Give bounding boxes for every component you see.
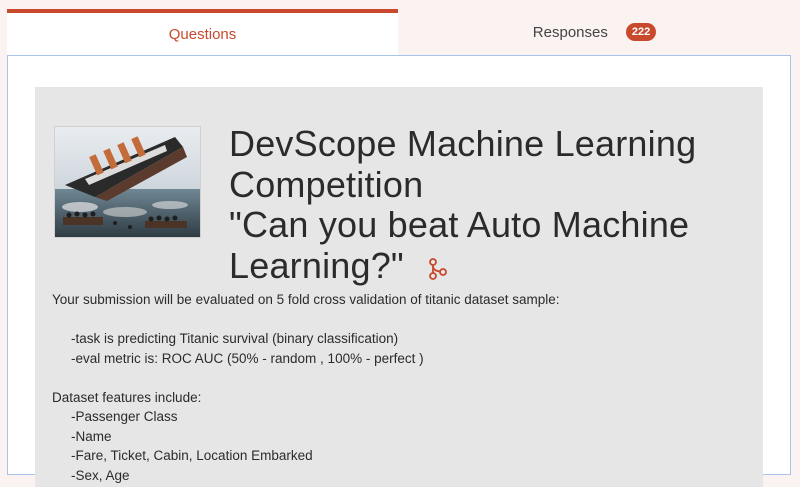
tab-responses-label: Responses [532, 23, 608, 41]
form-description: Your submission will be evaluated on 5 f… [52, 290, 752, 485]
title-line: DevScope Machine Learning [229, 123, 697, 165]
feature-item: -Sex, Age [71, 467, 130, 483]
feature-item: -Name [71, 428, 112, 444]
tab-questions[interactable]: Questions [7, 9, 398, 55]
form-title: DevScope Machine Learning Competition "C… [229, 123, 749, 289]
description-intro: Your submission will be evaluated on 5 f… [52, 292, 560, 307]
features-header: Dataset features include: [52, 389, 202, 405]
form-header-card: DevScope Machine Learning Competition "C… [35, 87, 763, 487]
description-metric: -eval metric is: ROC AUC (50% - random ,… [71, 350, 424, 366]
fork-icon[interactable] [428, 248, 448, 289]
description-task: -task is predicting Titanic survival (bi… [71, 331, 399, 346]
ship-sinking-illustration [54, 126, 201, 238]
title-line: "Can you beat Auto Machine [229, 204, 690, 246]
title-line: Learning?" [229, 244, 404, 286]
feature-item: -Passenger Class [71, 409, 178, 424]
form-panel: DevScope Machine Learning Competition "C… [7, 55, 791, 487]
feature-item: -Fare, Ticket, Cabin, Location Embarked [71, 448, 313, 463]
tab-bar: Questions Responses 222 [0, 0, 800, 55]
tab-questions-label: Questions [168, 25, 237, 43]
title-line: Competition [229, 163, 424, 205]
tab-responses[interactable]: Responses 222 [398, 9, 791, 55]
responses-count-badge: 222 [625, 23, 657, 41]
